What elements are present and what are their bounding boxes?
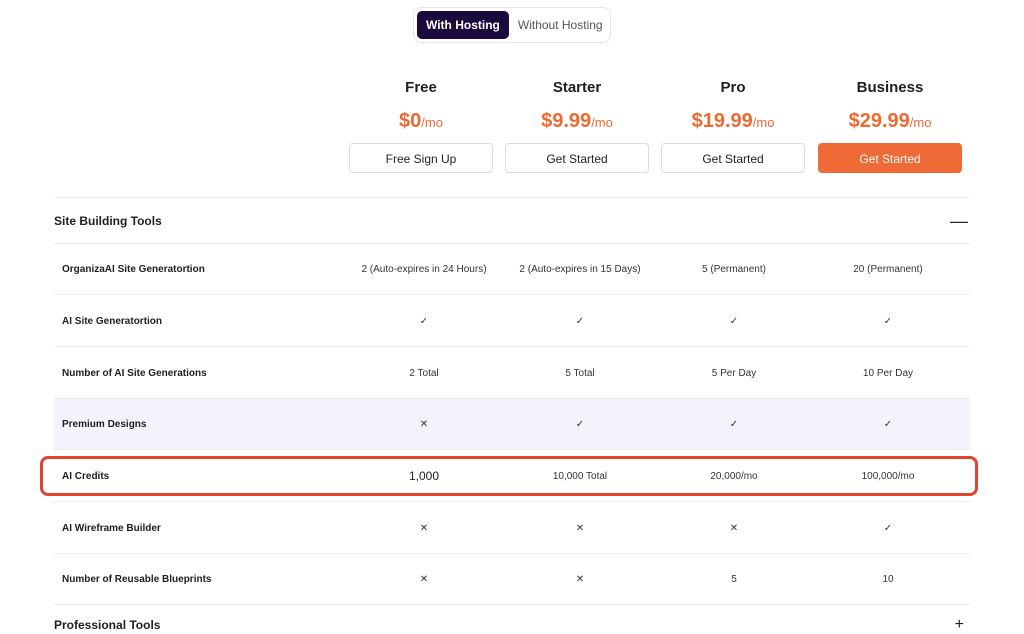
section-header-site-building-tools[interactable]: Site Building Tools — [54, 199, 970, 243]
row-label: AI Site Generatortion [62, 316, 163, 327]
table-row: Number of Reusable Blueprints ✕ ✕ 5 10 [54, 554, 970, 605]
without-hosting-tab[interactable]: Without Hosting [509, 11, 612, 39]
business-get-started-button[interactable]: Get Started [818, 143, 962, 173]
divider [54, 197, 970, 198]
cross-icon: ✕ [419, 523, 429, 534]
cell-business: 20 (Permanent) [853, 264, 923, 275]
plus-icon[interactable]: + [955, 616, 964, 634]
pro-get-started-button[interactable]: Get Started [661, 143, 805, 173]
cross-icon: ✕ [575, 574, 585, 585]
cell-free: 2 (Auto-expires in 24 Hours) [361, 264, 487, 275]
table-row: OrganizaAI Site Generatortion 2 (Auto-ex… [54, 244, 970, 295]
check-icon: ✓ [729, 316, 739, 327]
check-icon: ✓ [729, 419, 739, 430]
table-row: Premium Designs ✕ ✓ ✓ ✓ [54, 399, 970, 450]
cell-pro: 5 (Permanent) [702, 264, 766, 275]
cell-free: 2 Total [409, 368, 439, 379]
free-sign-up-button[interactable]: Free Sign Up [349, 143, 493, 173]
cross-icon: ✕ [575, 523, 585, 534]
with-hosting-tab[interactable]: With Hosting [417, 11, 509, 39]
check-icon: ✓ [575, 419, 585, 430]
price-amount: $29.99 [848, 110, 910, 132]
cross-icon: ✕ [419, 574, 429, 585]
cross-icon: ✕ [419, 419, 429, 430]
plan-pro: Pro $19.99/mo Get Started [661, 78, 805, 173]
section-title: Site Building Tools [54, 214, 162, 228]
plan-free: Free $0/mo Free Sign Up [349, 78, 493, 173]
highlight-box [40, 456, 978, 496]
plan-name: Starter [552, 79, 602, 96]
minus-icon[interactable]: — [950, 212, 970, 230]
cell-pro: 5 Per Day [711, 368, 757, 379]
price-period: /mo [591, 115, 613, 130]
price-amount: $0 [399, 110, 422, 132]
price-period: /mo [421, 115, 443, 130]
hosting-toggle: With Hosting Without Hosting [413, 7, 611, 43]
cell-business: 10 [882, 574, 894, 585]
section-title: Professional Tools [54, 618, 161, 632]
check-icon: ✓ [575, 316, 585, 327]
plan-price: $19.99/mo [661, 106, 805, 136]
section-header-professional-tools[interactable]: Professional Tools + [54, 616, 970, 634]
table-row: AI Wireframe Builder ✕ ✕ ✕ ✓ [54, 503, 970, 554]
plan-price: $9.99/mo [505, 106, 649, 136]
row-label: Number of Reusable Blueprints [62, 574, 212, 585]
table-row: Number of AI Site Generations 2 Total 5 … [54, 348, 970, 399]
row-label: Number of AI Site Generations [62, 368, 207, 379]
check-icon: ✓ [883, 419, 893, 430]
cell-starter: 5 Total [565, 368, 595, 379]
cross-icon: ✕ [729, 523, 739, 534]
check-icon: ✓ [883, 316, 893, 327]
cell-pro: 5 [731, 574, 737, 585]
row-label: AI Wireframe Builder [62, 523, 161, 534]
price-period: /mo [909, 115, 932, 130]
starter-get-started-button[interactable]: Get Started [505, 143, 649, 173]
row-label: Premium Designs [62, 419, 147, 430]
plan-name: Free [405, 79, 437, 96]
price-period: /mo [752, 115, 775, 130]
plan-name: Pro [720, 79, 746, 96]
cell-starter: 2 (Auto-expires in 15 Days) [519, 264, 641, 275]
plan-price: $29.99/mo [818, 106, 962, 136]
price-amount: $19.99 [691, 110, 753, 132]
check-icon: ✓ [883, 523, 893, 534]
plan-price: $0/mo [349, 106, 493, 136]
plan-starter: Starter $9.99/mo Get Started [505, 78, 649, 173]
cell-business: 10 Per Day [862, 368, 914, 379]
table-row: AI Site Generatortion ✓ ✓ ✓ ✓ [54, 296, 970, 347]
plan-name: Business [856, 79, 924, 96]
row-label: OrganizaAI Site Generatortion [62, 264, 205, 275]
plan-business: Business $29.99/mo Get Started [818, 78, 962, 173]
price-amount: $9.99 [541, 110, 592, 132]
check-icon: ✓ [419, 316, 429, 327]
